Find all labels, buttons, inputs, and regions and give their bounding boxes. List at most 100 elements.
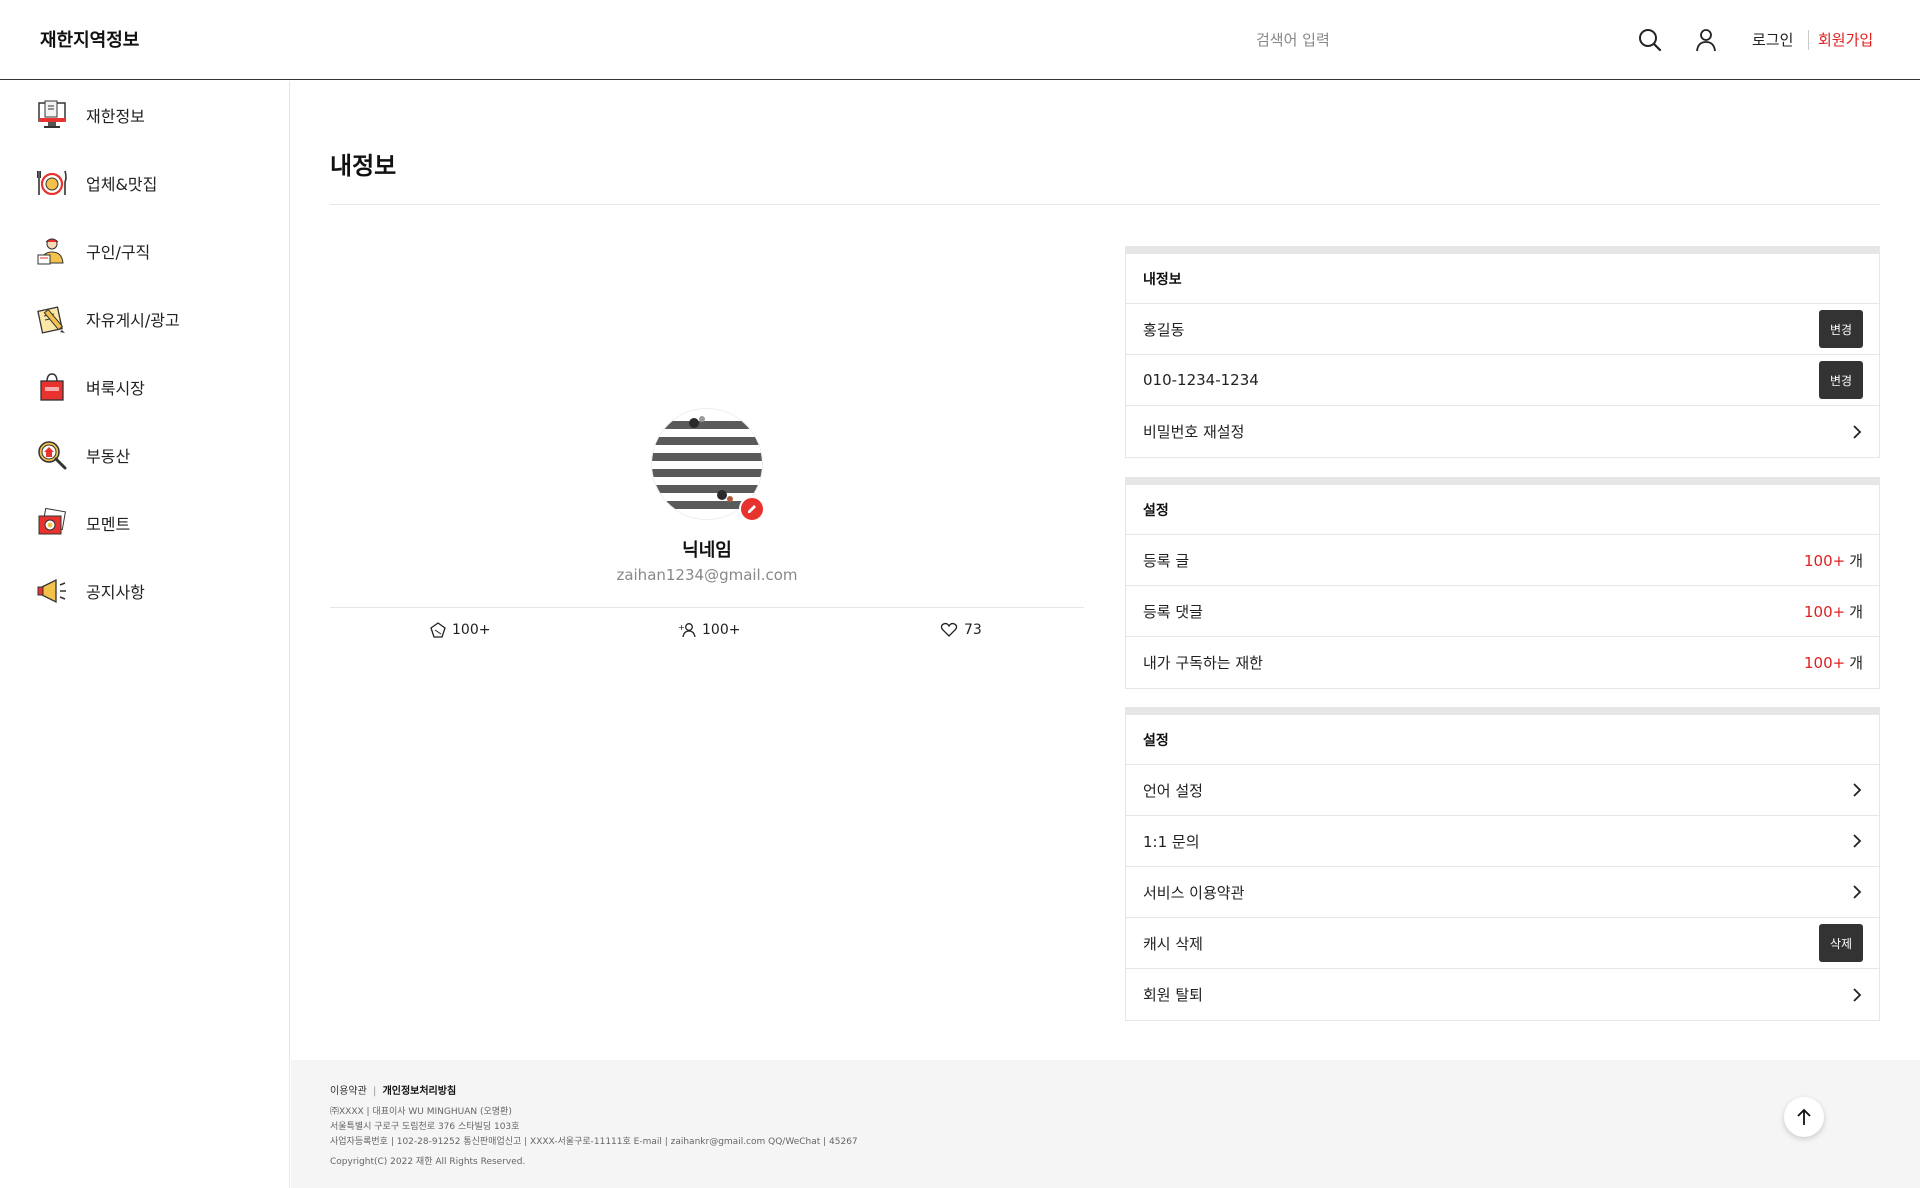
stat-value: 100+ bbox=[452, 622, 491, 638]
name-row: 홍길동 변경 bbox=[1126, 304, 1879, 355]
user-icon[interactable] bbox=[1692, 26, 1720, 54]
info-panel: 내정보 홍길동 변경 010-1234-1234 변경 비밀번호 재설정 bbox=[1125, 246, 1880, 458]
stat-followers[interactable]: + 100+ bbox=[678, 622, 740, 638]
stat-value: 73 bbox=[964, 622, 982, 638]
edit-avatar-button[interactable] bbox=[739, 496, 765, 522]
sidebar-item-board[interactable]: 자유게시/광고 bbox=[36, 301, 180, 337]
user-phone: 010-1234-1234 bbox=[1143, 371, 1259, 389]
login-link[interactable]: 로그인 bbox=[1752, 29, 1793, 50]
privacy-link[interactable]: 개인정보처리방침 bbox=[383, 1086, 457, 1097]
count: 100+ 개 bbox=[1804, 601, 1863, 622]
user-name: 홍길동 bbox=[1143, 320, 1185, 339]
panel-title: 설정 bbox=[1126, 485, 1879, 535]
house-search-icon bbox=[38, 441, 67, 470]
add-user-icon: + bbox=[678, 623, 696, 638]
badge-icon bbox=[430, 622, 446, 638]
count-value: 100+ bbox=[1803, 654, 1846, 672]
row-label: 1:1 문의 bbox=[1143, 832, 1200, 851]
nickname: 닉네임 bbox=[682, 540, 732, 561]
panel-title: 내정보 bbox=[1126, 254, 1879, 304]
chevron-right-icon bbox=[1853, 885, 1862, 899]
footer-separator: | bbox=[373, 1086, 377, 1097]
chevron-right-icon bbox=[1853, 424, 1862, 439]
scroll-top-button[interactable] bbox=[1784, 1097, 1824, 1137]
count-unit: 개 bbox=[1849, 654, 1863, 672]
count-unit: 개 bbox=[1849, 551, 1863, 570]
terms-row[interactable]: 서비스 이용약관 bbox=[1126, 867, 1879, 918]
address: 서울특별시 구로구 도림천로 376 스타빌딩 103호 bbox=[330, 1122, 520, 1132]
row-label: 서비스 이용약관 bbox=[1143, 883, 1245, 902]
phone-row: 010-1234-1234 변경 bbox=[1126, 355, 1879, 406]
megaphone-icon bbox=[37, 578, 66, 604]
language-row[interactable]: 언어 설정 bbox=[1126, 765, 1879, 816]
avatar-wrapper bbox=[651, 408, 765, 522]
comments-row[interactable]: 등록 댓글 100+ 개 bbox=[1126, 586, 1879, 637]
terms-link[interactable]: 이용약관 bbox=[330, 1086, 367, 1097]
sidebar-item-label: 공지사항 bbox=[86, 583, 145, 602]
panel-title: 설정 bbox=[1126, 715, 1879, 765]
footer: 이용약관 | 개인정보처리방침 ㈜XXXX | 대표이사 WU MINGHUAN… bbox=[291, 1060, 1920, 1188]
sidebar-item-label: 업체&맛집 bbox=[86, 175, 158, 194]
chevron-right-icon bbox=[1853, 783, 1862, 797]
count: 100+ 개 bbox=[1804, 550, 1863, 571]
password-reset-row[interactable]: 비밀번호 재설정 bbox=[1126, 406, 1879, 457]
logo[interactable]: 재한지역정보 bbox=[40, 26, 139, 52]
row-label: 캐시 삭제 bbox=[1143, 934, 1203, 953]
heart-icon bbox=[940, 622, 958, 637]
dining-icon bbox=[37, 170, 67, 196]
sidebar-item-business[interactable]: 업체&맛집 bbox=[36, 165, 157, 201]
sidebar-item-label: 자유게시/광고 bbox=[86, 311, 180, 330]
sidebar-item-notice[interactable]: 공지사항 bbox=[36, 573, 145, 609]
notepad-pencil-icon bbox=[37, 306, 65, 334]
row-label: 회원 탈퇴 bbox=[1143, 986, 1203, 1004]
profile-divider bbox=[330, 607, 1084, 608]
sidebar: 재한정보 업체&맛집 구인/구직 자유게시/광고 벼룩시장 부동산 모멘트 공지… bbox=[0, 81, 290, 1188]
sidebar-item-realestate[interactable]: 부동산 bbox=[36, 437, 130, 473]
cache-row: 캐시 삭제 삭제 bbox=[1126, 918, 1879, 969]
shopping-bag-icon bbox=[40, 373, 64, 401]
page-title: 내정보 bbox=[330, 152, 397, 180]
sidebar-item-label: 부동산 bbox=[86, 447, 131, 466]
sidebar-item-jobs[interactable]: 구인/구직 bbox=[36, 233, 150, 269]
business-info: 사업자등록번호 | 102-28-91252 통신판매업신고 | XXXX-서울… bbox=[330, 1137, 858, 1147]
header: 재한지역정보 로그인 회원가입 bbox=[0, 0, 1920, 80]
row-label: 등록 글 bbox=[1143, 551, 1190, 570]
signup-link[interactable]: 회원가입 bbox=[1818, 29, 1873, 50]
password-reset-label: 비밀번호 재설정 bbox=[1143, 423, 1245, 441]
row-label: 등록 댓글 bbox=[1143, 602, 1203, 621]
sidebar-item-label: 모멘트 bbox=[86, 515, 131, 534]
title-divider bbox=[330, 204, 1880, 205]
delete-cache-button[interactable]: 삭제 bbox=[1819, 924, 1863, 962]
count-value: 100+ bbox=[1803, 551, 1846, 570]
pencil-icon bbox=[748, 505, 756, 513]
monitor-icon bbox=[38, 100, 66, 128]
count-value: 100+ bbox=[1803, 602, 1846, 621]
footer-links: 이용약관 | 개인정보처리방침 bbox=[330, 1082, 456, 1097]
settings-panel: 설정 언어 설정 1:1 문의 서비스 이용약관 캐시 삭제 삭제 회원 탈퇴 bbox=[1125, 707, 1880, 1021]
inquiry-row[interactable]: 1:1 문의 bbox=[1126, 816, 1879, 867]
posts-row[interactable]: 등록 글 100+ 개 bbox=[1126, 535, 1879, 586]
photos-icon bbox=[38, 507, 66, 535]
profile-email: zaihan1234@gmail.com bbox=[616, 566, 798, 584]
subscriptions-row[interactable]: 내가 구독하는 재한 100+ 개 bbox=[1126, 637, 1879, 688]
sidebar-item-label: 벼룩시장 bbox=[86, 379, 145, 398]
stat-likes[interactable]: 73 bbox=[940, 622, 982, 638]
withdraw-row[interactable]: 회원 탈퇴 bbox=[1126, 969, 1879, 1020]
activity-panel: 설정 등록 글 100+ 개 등록 댓글 100+ 개 내가 구독하는 재한 100… bbox=[1125, 477, 1880, 689]
count-unit: 개 bbox=[1849, 602, 1863, 621]
chevron-right-icon bbox=[1853, 987, 1862, 1002]
search-icon[interactable] bbox=[1636, 26, 1664, 54]
sidebar-item-info[interactable]: 재한정보 bbox=[36, 97, 145, 133]
header-divider bbox=[1808, 30, 1809, 50]
search-input[interactable] bbox=[1256, 24, 1616, 56]
change-name-button[interactable]: 변경 bbox=[1819, 310, 1863, 348]
row-label: 내가 구독하는 재한 bbox=[1143, 654, 1263, 672]
sidebar-item-market[interactable]: 벼룩시장 bbox=[36, 369, 145, 405]
change-phone-button[interactable]: 변경 bbox=[1819, 361, 1863, 399]
chevron-right-icon bbox=[1853, 834, 1862, 848]
company-info: ㈜XXXX | 대표이사 WU MINGHUAN (오명환) bbox=[330, 1107, 512, 1117]
sidebar-item-label: 재한정보 bbox=[86, 107, 145, 126]
sidebar-item-moment[interactable]: 모멘트 bbox=[36, 505, 130, 541]
stat-badges[interactable]: 100+ bbox=[430, 622, 490, 638]
svg-text:+: + bbox=[678, 623, 685, 632]
